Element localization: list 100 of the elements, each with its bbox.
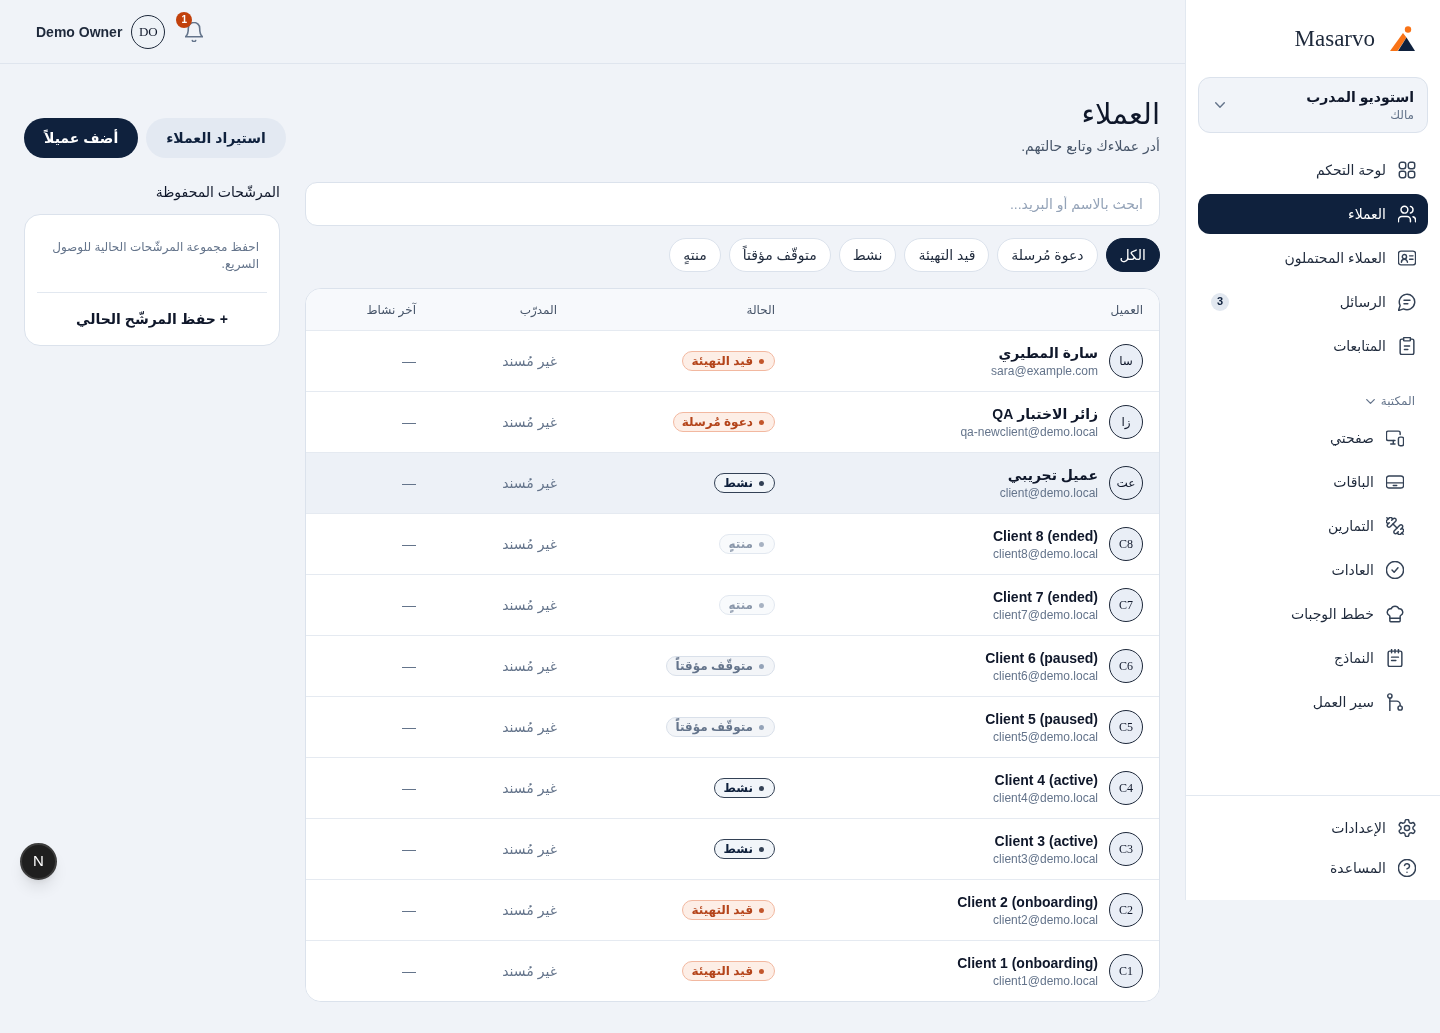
nav-item[interactable]: صفحتي — [1198, 418, 1428, 458]
client-name[interactable]: Client 2 (onboarding) — [957, 892, 1098, 912]
add-client-button[interactable]: أضف عميلاً — [24, 118, 139, 158]
last-activity-cell-text: — — [402, 779, 416, 798]
notepad-icon — [1386, 649, 1404, 667]
client-name[interactable]: Client 4 (active) — [994, 770, 1098, 790]
saved-filters-hint: احفظ مجموعة المرشّحات الحالية للوصول السريع. — [51, 239, 260, 273]
client-avatar: C2 — [1109, 893, 1143, 927]
nav-item[interactable]: خطط الوجبات — [1198, 594, 1428, 634]
client-avatar: C5 — [1109, 710, 1143, 744]
status-label: قيد التهيئة — [691, 902, 753, 918]
client-email: client3@demo.local — [993, 851, 1098, 867]
status-label: نشط — [723, 780, 753, 796]
status-label: نشط — [723, 841, 753, 857]
coach-cell-text: غير مُسند — [502, 474, 557, 493]
coach-cell-text: غير مُسند — [502, 962, 557, 981]
chevron-down-icon — [1215, 102, 1225, 108]
client-name[interactable]: Client 5 (paused) — [985, 709, 1098, 729]
user-name: Demo Owner — [36, 22, 123, 42]
user-avatar[interactable]: DO — [131, 14, 166, 49]
client-avatar: C6 — [1109, 649, 1143, 683]
help-icon — [1398, 859, 1416, 877]
client-name[interactable]: Client 6 (paused) — [985, 648, 1098, 668]
last-activity-cell-text: — — [402, 840, 416, 859]
nav-item[interactable]: الإعدادات — [1198, 808, 1428, 848]
users-icon — [1398, 205, 1416, 223]
chef-hat-icon — [1386, 605, 1404, 623]
nav-item[interactable]: النماذج — [1198, 638, 1428, 678]
client-name[interactable]: Client 8 (ended) — [993, 526, 1098, 546]
coach-cell-text: غير مُسند — [502, 718, 557, 737]
coach-cell-text: غير مُسند — [502, 352, 557, 371]
last-activity-cell-text: — — [402, 352, 416, 371]
client-avatar: C4 — [1109, 771, 1143, 805]
library-section-toggle[interactable]: المكتبة — [1352, 385, 1428, 417]
filter-chip[interactable]: منتهٍ — [669, 238, 721, 272]
nav-item[interactable]: العملاء — [1198, 194, 1428, 234]
section-title: المرشّحات المحفوظة — [155, 183, 280, 202]
dev-tools-button[interactable]: N — [20, 843, 57, 880]
client-avatar: سا — [1109, 344, 1143, 378]
column-header: المدرّب — [519, 301, 557, 318]
coach-cell-text: غير مُسند — [502, 535, 557, 554]
client-email: qa-newclient@demo.local — [960, 424, 1098, 440]
coach-cell-text: غير مُسند — [502, 413, 557, 432]
status-label: متوقّف مؤقتاً — [675, 719, 753, 735]
nav-item[interactable]: العملاء المحتملون — [1198, 238, 1428, 278]
nav-item[interactable]: سير العمل — [1198, 682, 1428, 722]
logo-icon — [1389, 25, 1415, 52]
notification-count: 1 — [176, 11, 193, 28]
status-label: متوقّف مؤقتاً — [675, 658, 753, 674]
last-activity-cell-text: — — [402, 535, 416, 554]
client-email: client2@demo.local — [993, 912, 1098, 928]
client-name[interactable]: Client 3 (active) — [994, 831, 1098, 851]
client-name[interactable]: عميل تجريبي — [1007, 465, 1098, 485]
client-email: client1@demo.local — [993, 973, 1098, 989]
nav-item[interactable]: الباقات — [1198, 462, 1428, 502]
nav-item[interactable]: المتابعات — [1198, 326, 1428, 366]
filter-chip[interactable]: الكل — [1105, 238, 1160, 272]
page-subtitle: أدر عملاءك وتابع حالتهم. — [1021, 136, 1160, 156]
last-activity-cell-text: — — [402, 474, 416, 493]
client-email: client8@demo.local — [993, 546, 1098, 562]
dumbbell-icon — [1386, 517, 1404, 535]
client-name[interactable]: Client 1 (onboarding) — [957, 953, 1098, 973]
client-email: client4@demo.local — [993, 790, 1098, 806]
last-activity-cell-text: — — [402, 596, 416, 615]
client-avatar: عت — [1109, 466, 1143, 500]
save-filter-button[interactable]: + حفظ المرشّح الحالي — [72, 307, 232, 331]
coach-cell-text: غير مُسند — [502, 657, 557, 676]
client-name[interactable]: سارة المطيري — [998, 343, 1098, 363]
workspace-switcher[interactable]: استوديو المدرب مالك — [1198, 77, 1428, 133]
grid-icon — [1398, 161, 1416, 179]
clipboard-icon — [1398, 337, 1416, 355]
filter-chip[interactable]: متوقّف مؤقتاً — [728, 238, 831, 272]
card-icon — [1386, 473, 1404, 491]
nav-item[interactable]: العادات — [1198, 550, 1428, 590]
client-email: client6@demo.local — [993, 668, 1098, 684]
filter-chip[interactable]: دعوة مُرسلة — [997, 238, 1098, 272]
column-header: آخر نشاط — [366, 301, 416, 318]
column-header: الحالة — [746, 301, 775, 318]
nav-item[interactable]: المساعدة — [1198, 848, 1428, 888]
last-activity-cell-text: — — [402, 718, 416, 737]
client-email: client7@demo.local — [993, 607, 1098, 623]
status-label: نشط — [723, 475, 753, 491]
chevron-down-icon — [1365, 398, 1375, 404]
client-name[interactable]: زائر الاختبار QA — [992, 404, 1098, 424]
client-avatar: C3 — [1109, 832, 1143, 866]
coach-cell-text: غير مُسند — [502, 596, 557, 615]
bell-icon[interactable] — [185, 21, 204, 42]
last-activity-cell-text: — — [402, 413, 416, 432]
nav-item[interactable]: التمارين — [1198, 506, 1428, 546]
filter-chip[interactable]: نشط — [838, 238, 897, 272]
import-clients-button[interactable]: استيراد العملاء — [146, 118, 286, 158]
status-label: قيد التهيئة — [691, 353, 753, 369]
coach-cell-text: غير مُسند — [502, 901, 557, 920]
status-label: قيد التهيئة — [691, 963, 753, 979]
logo-text: Masarvo — [1294, 27, 1375, 50]
nav-item[interactable]: لوحة التحكم — [1198, 150, 1428, 190]
client-name[interactable]: Client 7 (ended) — [993, 587, 1098, 607]
client-avatar: C8 — [1109, 527, 1143, 561]
chat-icon — [1398, 293, 1416, 311]
filter-chip[interactable]: قيد التهيئة — [904, 238, 990, 272]
